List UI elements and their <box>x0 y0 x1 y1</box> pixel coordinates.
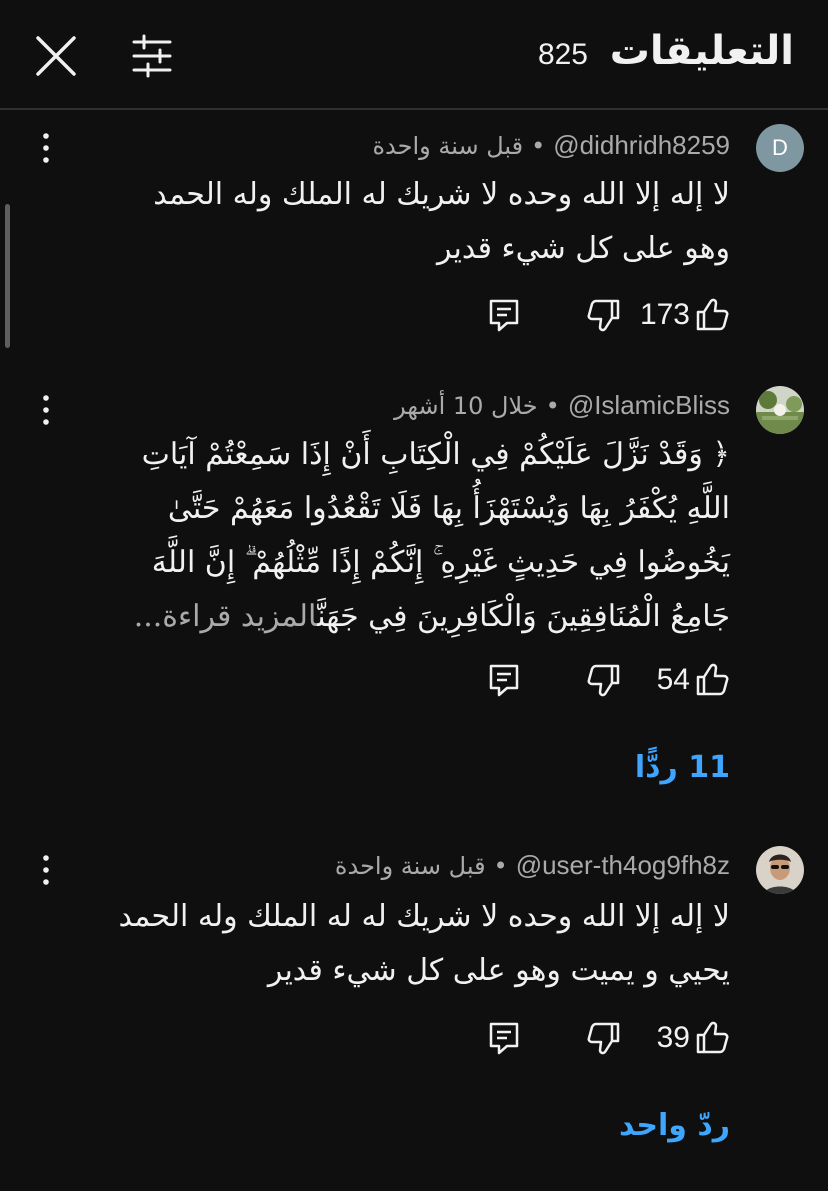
avatar[interactable]: D <box>756 124 804 172</box>
comment-actions: 39 <box>470 1018 730 1062</box>
view-replies-link[interactable]: 11 ردًّا <box>635 750 730 785</box>
author-handle[interactable]: @didhridh8259 <box>553 130 730 161</box>
meta-separator: • <box>531 132 546 160</box>
comment-meta: @user-th4og9fh8z •قبل سنة واحدة <box>335 850 730 881</box>
meta-separator: • <box>545 392 560 420</box>
comment-text-line: لا إله إلا الله وحده لا شريك له الملك ول… <box>153 177 730 212</box>
comment-text-line: يَخُوضُوا فِي حَدِيثٍ غَيْرِهِ ۚ إِنَّكُ… <box>151 545 730 580</box>
comment-time: قبل سنة واحدة <box>334 852 486 880</box>
comment-icon[interactable] <box>486 1020 522 1056</box>
comment-text-line: يحيي و يميت وهو على كل شيء قدير <box>267 953 730 988</box>
comment-text-line: جَامِعُ الْمُنَافِقِينَ وَالْكَافِرِينَ … <box>134 590 730 644</box>
comment-text-line: وهو على كل شيء قدير <box>436 231 730 266</box>
comment-text: لا إله إلا الله وحده لا شريك له الملك ول… <box>153 168 730 276</box>
meta-separator: • <box>493 852 508 880</box>
comment-icon[interactable] <box>486 297 522 333</box>
comment-actions: 54 <box>470 660 730 704</box>
read-more-link[interactable]: المزيد قراءة... <box>134 599 317 634</box>
comment-text-line: ﴿ وَقَدْ نَزَّلَ عَلَيْكُمْ فِي الْكِتَا… <box>141 437 730 472</box>
comment-text-fragment: جَامِعُ الْمُنَافِقِينَ وَالْكَافِرِينَ … <box>317 599 730 634</box>
comment-text-line: اللَّهِ يُكْفَرُ بِهَا وَيُسْتَهْزَأُ بِ… <box>167 491 730 526</box>
comment-meta: @didhridh8259•قبل سنة واحدة <box>372 130 730 161</box>
more-vert-icon[interactable] <box>34 128 58 168</box>
close-icon[interactable] <box>34 34 78 78</box>
comment-text: ﴿ وَقَدْ نَزَّلَ عَلَيْكُمْ فِي الْكِتَا… <box>134 428 730 644</box>
view-replies-link[interactable]: ردّ واحد <box>619 1108 730 1143</box>
thumb-down-icon[interactable] <box>586 297 622 333</box>
avatar[interactable] <box>756 386 804 434</box>
like-count: 173 <box>639 298 690 331</box>
comments-header: التعليقات 825 <box>0 0 828 110</box>
thumb-down-icon[interactable] <box>586 662 622 698</box>
tune-icon[interactable] <box>130 34 174 78</box>
comment-text: لا إله إلا الله وحده لا شريك له له الملك… <box>118 890 730 998</box>
thumb-up-icon[interactable] <box>694 662 730 698</box>
scrollbar[interactable] <box>5 204 10 348</box>
author-handle[interactable]: @user-th4og9fh8z <box>516 850 730 881</box>
comment-icon[interactable] <box>486 662 522 698</box>
comment-actions: 173 <box>470 295 730 339</box>
thumb-up-icon[interactable] <box>694 297 730 333</box>
more-vert-icon[interactable] <box>34 390 58 430</box>
author-handle[interactable]: @IslamicBliss <box>568 390 730 421</box>
like-count: 39 <box>656 1021 690 1054</box>
comment-text-line: لا إله إلا الله وحده لا شريك له له الملك… <box>118 899 730 934</box>
comment-meta: @IslamicBliss •خلال 10 أشهر <box>394 390 730 421</box>
thumb-down-icon[interactable] <box>586 1020 622 1056</box>
like-count: 54 <box>656 663 690 696</box>
thumb-up-icon[interactable] <box>694 1020 730 1056</box>
comments-count: 825 <box>537 38 588 71</box>
more-vert-icon[interactable] <box>34 850 58 890</box>
comments-title: التعليقات <box>609 28 794 74</box>
avatar[interactable] <box>756 846 804 894</box>
comment-time: خلال 10 أشهر <box>394 392 538 420</box>
comment-time: قبل سنة واحدة <box>372 132 524 160</box>
